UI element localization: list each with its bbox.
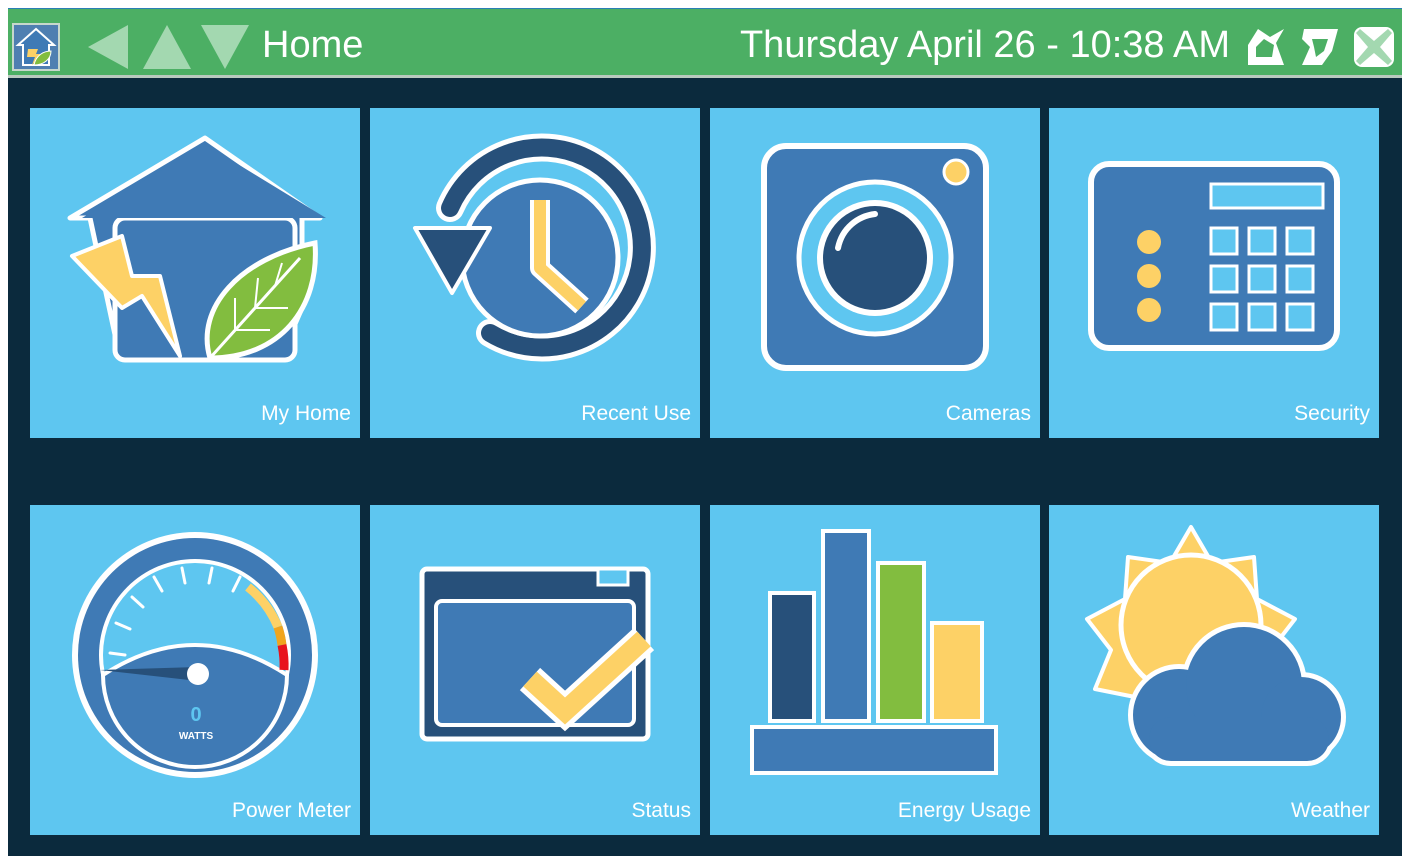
tile-energy-usage[interactable]: Energy Usage (710, 505, 1040, 835)
sun-cloud-icon (1085, 525, 1346, 766)
history-clock-icon (413, 133, 656, 362)
app-window: Home Thursday April 26 - 10:38 AM My Hom… (8, 8, 1402, 856)
tile-label: Energy Usage (897, 799, 1031, 822)
tile-label: Security (1294, 402, 1370, 425)
tile-my-home[interactable]: My Home (30, 108, 360, 438)
tile-security[interactable]: Security (1049, 108, 1379, 438)
home-icon (15, 27, 57, 66)
share-icon[interactable] (1298, 25, 1342, 69)
tile-label: My Home (261, 402, 351, 425)
security-keypad-icon (1088, 161, 1340, 351)
header-bar: Home Thursday April 26 - 10:38 AM (8, 8, 1402, 78)
tile-label: Weather (1291, 799, 1370, 822)
tile-label: Recent Use (581, 402, 691, 425)
down-arrow-icon[interactable] (200, 25, 250, 69)
house-energy-leaf-icon (67, 135, 326, 363)
camera-icon (761, 143, 989, 371)
up-arrow-icon[interactable] (142, 25, 192, 69)
status-check-icon (419, 566, 655, 742)
date-time-display: Thursday April 26 - 10:38 AM (739, 24, 1230, 66)
back-arrow-icon[interactable] (84, 25, 134, 69)
page-title: Home (262, 24, 364, 66)
tile-label: Power Meter (231, 799, 351, 822)
tile-label: Status (631, 799, 691, 822)
power-gauge-icon: 0 WATTS (72, 532, 318, 778)
tile-recent-use[interactable]: Recent Use (370, 108, 700, 438)
export-icon[interactable] (1244, 25, 1288, 69)
tile-cameras[interactable]: Cameras (710, 108, 1040, 438)
home-button[interactable] (12, 23, 60, 71)
power-value: 0 (190, 704, 201, 726)
tile-power-meter[interactable]: 0 WATTS Power Meter (30, 505, 360, 835)
power-unit: WATTS (179, 731, 214, 742)
tile-label: Cameras (945, 402, 1031, 425)
tile-status[interactable]: Status (370, 505, 700, 835)
bar-chart-icon (750, 529, 998, 775)
close-icon[interactable] (1352, 25, 1396, 69)
tile-weather[interactable]: Weather (1049, 505, 1379, 835)
